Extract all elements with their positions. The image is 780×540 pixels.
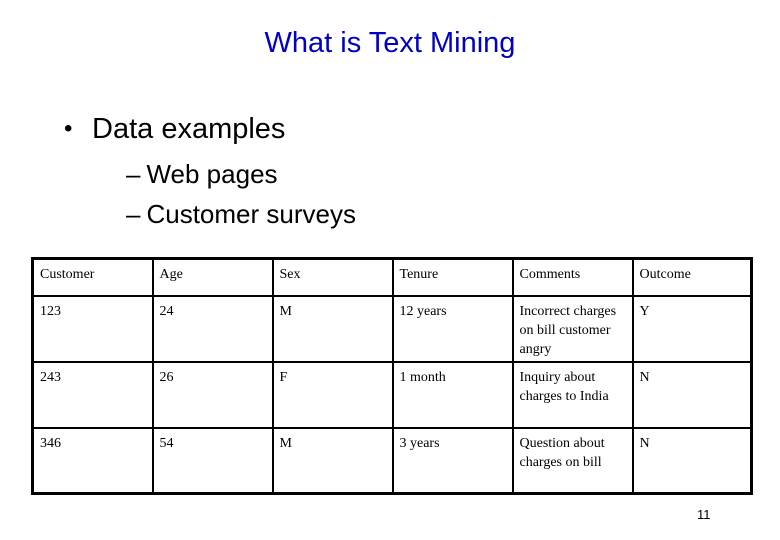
cell-comments: Inquiry about charges to India — [511, 361, 634, 429]
cell-sex: M — [271, 295, 394, 363]
sub-bullet-text: Web pages — [146, 159, 278, 189]
cell-outcome: Y — [631, 295, 753, 363]
table-row: 123 24 M 12 years Incorrect charges on b… — [31, 295, 753, 363]
dash-marker-icon: – — [126, 159, 141, 189]
cell-sex: F — [271, 361, 394, 429]
bullet-text: Data examples — [92, 113, 286, 145]
bullet-dot-icon: • — [64, 115, 73, 142]
sub-bullet-text: Customer surveys — [146, 199, 356, 229]
cell-outcome: N — [631, 427, 753, 495]
cell-age: 54 — [151, 427, 274, 495]
table-header-row: Customer Age Sex Tenure Comments Outcome — [31, 257, 753, 297]
cell-sex: M — [271, 427, 394, 495]
cell-customer: 346 — [31, 427, 154, 495]
header-age: Age — [151, 257, 274, 297]
cell-comments: Incorrect charges on bill customer angry — [511, 295, 634, 363]
cell-customer: 243 — [31, 361, 154, 429]
table-row: 243 26 F 1 month Inquiry about charges t… — [31, 361, 753, 429]
cell-tenure: 12 years — [391, 295, 514, 363]
header-outcome: Outcome — [631, 257, 753, 297]
table-row: 346 54 M 3 years Question about charges … — [31, 427, 753, 495]
sub-bullet-web-pages: – Web pages — [126, 159, 278, 190]
header-tenure: Tenure — [391, 257, 514, 297]
sub-bullet-customer-surveys: – Customer surveys — [126, 199, 356, 230]
cell-tenure: 3 years — [391, 427, 514, 495]
cell-age: 24 — [151, 295, 274, 363]
dash-marker-icon: – — [126, 199, 141, 229]
bullet-data-examples: • Data examples — [64, 113, 285, 146]
header-sex: Sex — [271, 257, 394, 297]
slide-title: What is Text Mining — [264, 27, 516, 59]
cell-comments: Question about charges on bill — [511, 427, 634, 495]
page-number: 11 — [697, 507, 711, 522]
cell-age: 26 — [151, 361, 274, 429]
cell-tenure: 1 month — [391, 361, 514, 429]
cell-outcome: N — [631, 361, 753, 429]
cell-customer: 123 — [31, 295, 154, 363]
header-comments: Comments — [511, 257, 634, 297]
header-customer: Customer — [31, 257, 154, 297]
customer-survey-table: Customer Age Sex Tenure Comments Outcome… — [31, 257, 753, 495]
